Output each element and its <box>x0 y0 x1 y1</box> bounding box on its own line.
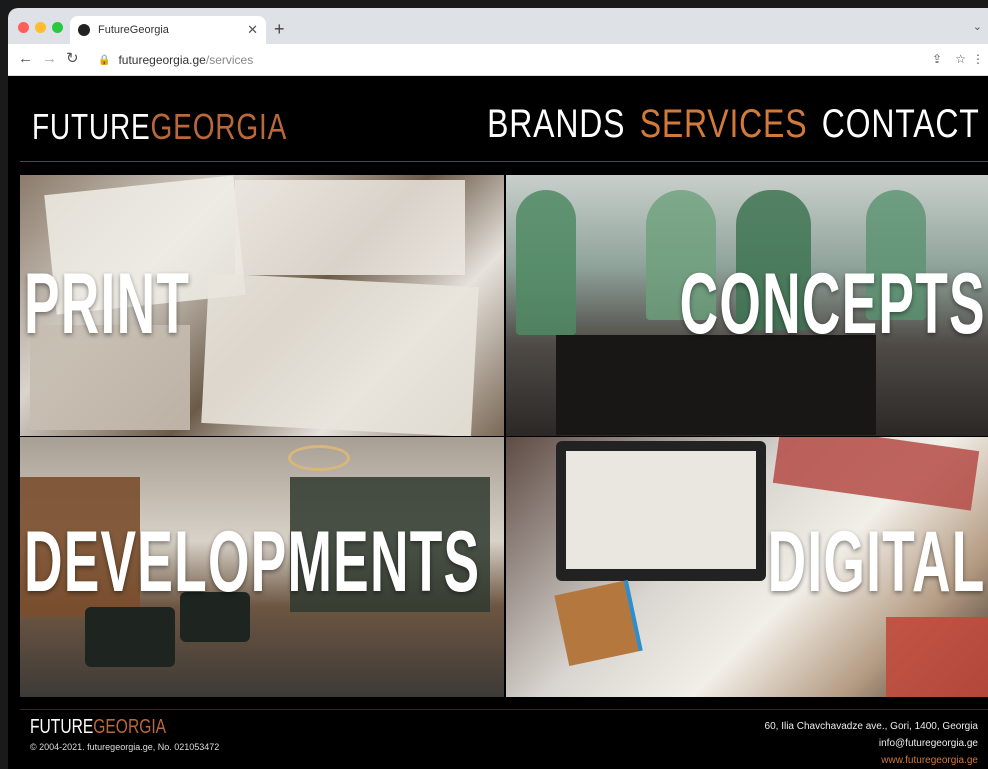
display-stand-image <box>516 190 576 335</box>
site-logo[interactable]: FUTUREGEORGIA <box>32 106 287 148</box>
forward-arrow-icon[interactable]: → <box>42 51 57 67</box>
service-tile-print[interactable]: PRINT <box>20 175 504 436</box>
browser-tab[interactable]: FutureGeorgia ✕ <box>70 16 266 44</box>
back-arrow-icon[interactable]: ← <box>18 51 33 67</box>
chair-image <box>85 607 175 667</box>
service-tile-digital[interactable]: DIGITAL <box>506 437 988 697</box>
share-icon[interactable]: ⇪ <box>932 52 942 66</box>
footer-contact: 60, Ilia Chavchavadze ave., Gori, 1400, … <box>765 718 978 769</box>
service-label-concepts: CONCEPTS <box>679 256 986 352</box>
favicon-icon <box>78 24 90 36</box>
nav-brands[interactable]: BRANDS <box>488 102 626 147</box>
nav-contact[interactable]: CONTACT <box>822 102 980 147</box>
logo-text-georgia: GEORGIA <box>150 106 288 147</box>
service-tile-concepts[interactable]: CONCEPTS <box>506 175 988 436</box>
footer-logo[interactable]: FUTUREGEORGIA <box>30 716 166 739</box>
page-content: FUTUREGEORGIA BRANDS SERVICES CONTACT PR… <box>8 76 988 769</box>
footer-logo-future: FUTURE <box>30 716 94 738</box>
tab-bar: FutureGeorgia ✕ + ⌄ <box>8 8 988 44</box>
tab-title: FutureGeorgia <box>98 24 169 36</box>
url-path: /services <box>205 53 254 67</box>
bookmark-star-icon[interactable]: ☆ <box>955 52 966 66</box>
service-label-print: PRINT <box>24 256 191 352</box>
lock-icon: 🔒 <box>98 54 111 66</box>
footer-website-link[interactable]: www.futuregeorgia.ge <box>765 752 978 769</box>
copyright-text: © 2004-2021. futuregeorgia.ge, No. 02105… <box>30 742 220 752</box>
laptop-screen-image <box>566 451 756 569</box>
footer-logo-georgia: GEORGIA <box>93 716 167 738</box>
notebook-image <box>554 579 643 667</box>
close-tab-icon[interactable]: ✕ <box>247 22 258 38</box>
url-text: futuregeorgia.ge/services <box>118 53 253 67</box>
header-divider <box>20 161 988 162</box>
magazine-image <box>886 617 988 697</box>
footer-address: 60, Ilia Chavchavadze ave., Gori, 1400, … <box>764 721 978 732</box>
url-host: futuregeorgia.ge <box>118 53 206 67</box>
footer-email-link[interactable]: info@futuregeorgia.ge <box>765 735 978 752</box>
magazine-image <box>772 437 980 511</box>
footer-divider <box>20 709 988 710</box>
address-bar[interactable]: 🔒 futuregeorgia.ge/services <box>92 49 952 71</box>
service-tile-developments[interactable]: DEVELOPMENTS <box>20 437 504 697</box>
magazine-image <box>201 273 479 436</box>
services-grid: PRINT CONCEPTS DEVELOPMENTS DIGITAL <box>20 175 988 697</box>
more-menu-icon[interactable]: ⋮ <box>972 52 984 66</box>
reload-icon[interactable]: ↻ <box>66 51 79 67</box>
service-label-developments: DEVELOPMENTS <box>24 514 481 610</box>
browser-toolbar: ← → ↻ 🔒 futuregeorgia.ge/services ⇪ ☆ ⋮ <box>8 44 988 76</box>
close-window-button[interactable] <box>18 22 29 33</box>
minimize-window-button[interactable] <box>35 22 46 33</box>
logo-text-future: FUTURE <box>32 106 151 147</box>
magazine-image <box>235 180 465 275</box>
chandelier-image <box>288 445 350 471</box>
tab-search-icon[interactable]: ⌄ <box>973 20 982 33</box>
maximize-window-button[interactable] <box>52 22 63 33</box>
service-label-digital: DIGITAL <box>768 514 986 610</box>
new-tab-button[interactable]: + <box>274 20 285 38</box>
nav-services[interactable]: SERVICES <box>640 102 808 147</box>
main-nav: BRANDS SERVICES CONTACT <box>488 102 981 147</box>
browser-window: FutureGeorgia ✕ + ⌄ ← → ↻ 🔒 futuregeorgi… <box>8 8 988 769</box>
